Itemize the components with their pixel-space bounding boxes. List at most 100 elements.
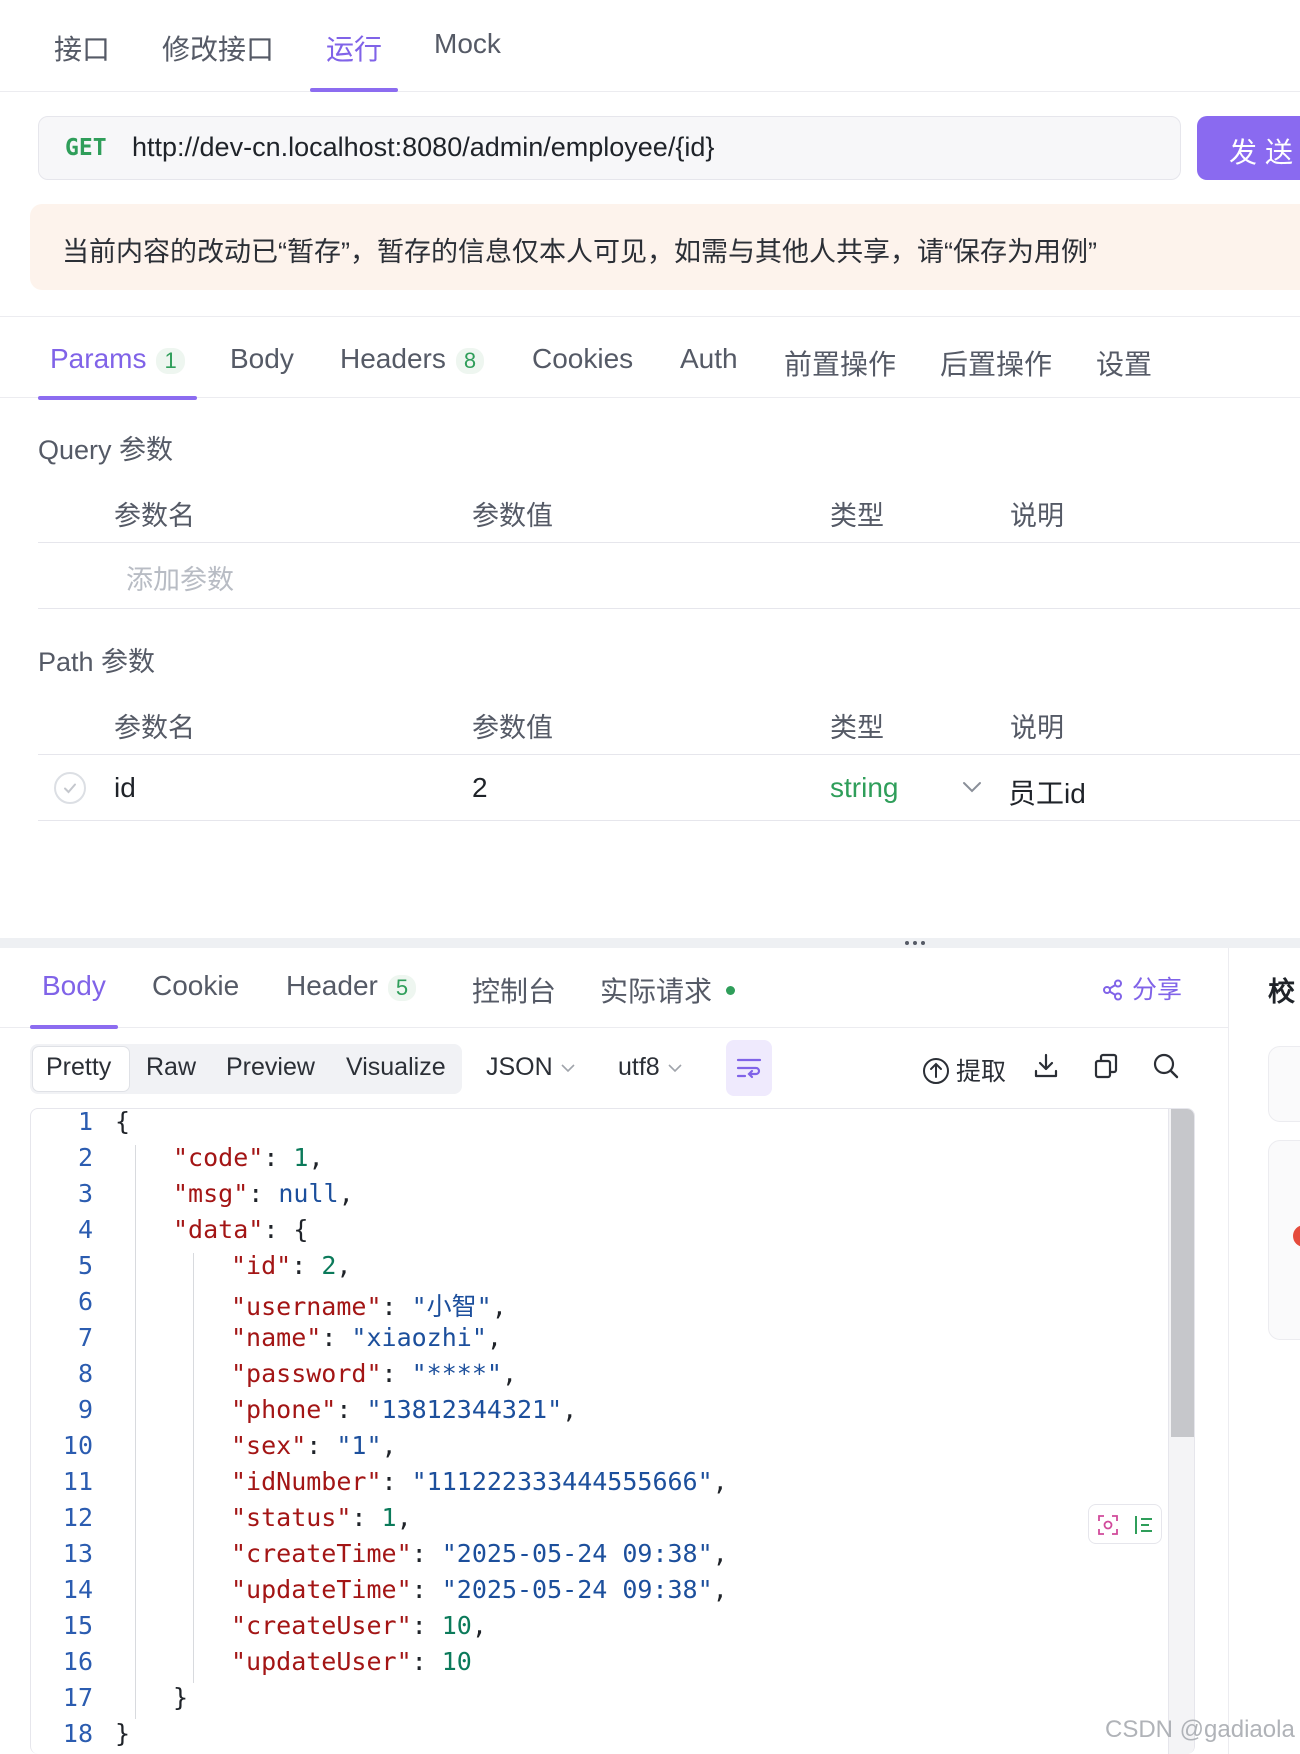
json-value: 10 <box>441 1611 472 1640</box>
json-key: "code" <box>173 1143 264 1172</box>
count-badge: 8 <box>455 348 485 374</box>
code-line: 7 "name": "xiaozhi", <box>31 1323 1171 1359</box>
tab-cookies[interactable]: Cookies <box>532 343 633 399</box>
http-method[interactable]: GET <box>65 135 107 161</box>
code-line: 1{ <box>31 1108 1171 1143</box>
code-text: { <box>115 1108 131 1136</box>
tab-actual-request[interactable]: 实际请求 <box>600 970 736 1028</box>
check-icon <box>64 783 76 794</box>
extract-button[interactable]: 提取 <box>922 1052 1006 1088</box>
param-type-select[interactable]: string <box>830 772 898 804</box>
tab-body[interactable]: Body <box>230 343 294 399</box>
active-tab-indicator <box>30 1025 118 1029</box>
code-line: 13 "createTime": "2025-05-24 09:38", <box>31 1539 1171 1575</box>
tab-response-body[interactable]: Body <box>30 970 118 1029</box>
code-text: "name": "xiaozhi", <box>231 1323 502 1352</box>
view-preview[interactable]: Preview <box>226 1053 315 1082</box>
url-field[interactable]: http://dev-cn.localhost:8080/admin/emplo… <box>132 132 714 163</box>
chevron-down-icon[interactable] <box>962 780 982 794</box>
response-tab-bar: Body Cookie Header 5 控制台 实际请求 <box>0 948 1228 1029</box>
json-key: "createTime" <box>231 1539 412 1568</box>
tab-label: Headers <box>340 343 446 374</box>
query-params-title: Query 参数 <box>38 435 174 465</box>
tab-edit-interface[interactable]: 修改接口 <box>162 28 274 92</box>
json-key: "name" <box>231 1323 322 1352</box>
download-icon[interactable] <box>1032 1052 1060 1080</box>
url-input-bar[interactable]: GET http://dev-cn.localhost:8080/admin/e… <box>38 116 1181 180</box>
param-value-cell[interactable]: 2 <box>472 772 488 804</box>
add-param-input[interactable]: 添加参数 <box>126 558 234 597</box>
code-line: 12 "status": 1, <box>31 1503 1171 1539</box>
code-line: 9 "phone": "13812344321", <box>31 1395 1171 1431</box>
line-number: 11 <box>62 1467 93 1496</box>
param-description-cell[interactable]: 员工id <box>1008 772 1086 812</box>
tab-run[interactable]: 运行 <box>310 28 399 92</box>
line-number: 5 <box>77 1251 93 1280</box>
tab-mock[interactable]: Mock <box>434 28 501 92</box>
json-value: "1" <box>336 1431 382 1460</box>
view-visualize[interactable]: Visualize <box>346 1053 446 1082</box>
code-line: 3 "msg": null, <box>31 1179 1171 1215</box>
focus-icon[interactable] <box>1097 1514 1119 1536</box>
param-name-cell[interactable]: id <box>114 772 136 804</box>
json-value: "小智" <box>411 1292 492 1321</box>
send-button[interactable]: 发送 <box>1197 116 1300 180</box>
code-text: "username": "小智", <box>231 1292 507 1321</box>
drag-handle-icon[interactable] <box>905 938 929 948</box>
tab-pre-actions[interactable]: 前置操作 <box>784 343 896 399</box>
view-pretty[interactable]: Pretty <box>46 1053 111 1082</box>
request-tab-bar: Params 1 Body Headers 8 Cookies Auth 前置操作 … <box>0 316 1300 400</box>
code-line: 16 "updateUser": 10 <box>31 1647 1171 1683</box>
tab-console[interactable]: 控制台 <box>472 970 556 1028</box>
tab-label: Params <box>50 343 147 374</box>
divider <box>38 608 1300 609</box>
view-raw[interactable]: Raw <box>146 1053 196 1082</box>
count-badge: 1 <box>156 348 185 374</box>
encoding-dropdown[interactable]: utf8 <box>618 1053 682 1082</box>
json-value: { <box>293 1215 309 1244</box>
view-mode-switch: Pretty Raw Preview Visualize <box>30 1044 462 1094</box>
code-text: "sex": "1", <box>231 1431 397 1460</box>
line-number: 18 <box>62 1719 93 1748</box>
line-number: 4 <box>77 1215 93 1244</box>
extract-icon <box>923 1058 949 1084</box>
pane-splitter[interactable] <box>0 938 1300 948</box>
format-dropdown[interactable]: JSON <box>486 1053 575 1082</box>
tab-params[interactable]: Params 1 <box>38 343 197 400</box>
error-icon <box>1293 1225 1300 1247</box>
enable-checkbox[interactable] <box>54 772 86 804</box>
json-value: "****" <box>411 1359 502 1388</box>
tab-post-actions[interactable]: 后置操作 <box>940 343 1052 399</box>
tab-auth[interactable]: Auth <box>680 343 738 399</box>
copy-icon[interactable] <box>1092 1052 1120 1080</box>
tab-response-header[interactable]: Header 5 <box>286 970 417 1028</box>
tab-interface[interactable]: 接口 <box>54 28 110 92</box>
line-number: 13 <box>62 1539 93 1568</box>
scrollbar-thumb[interactable] <box>1171 1109 1194 1437</box>
tab-label: 实际请求 <box>600 976 713 1007</box>
code-line: 14 "updateTime": "2025-05-24 09:38", <box>31 1575 1171 1611</box>
code-text: } <box>173 1683 189 1712</box>
chevron-down-icon <box>668 1064 682 1073</box>
word-wrap-toggle[interactable] <box>726 1040 772 1096</box>
share-button[interactable]: 分享 <box>1102 970 1182 1006</box>
json-key: "data" <box>173 1215 264 1244</box>
code-line: 8 "password": "****", <box>31 1359 1171 1395</box>
top-tab-bar: 接口 修改接口 运行 Mock <box>0 0 1300 92</box>
json-value: 1 <box>293 1143 309 1172</box>
code-text: "updateTime": "2025-05-24 09:38", <box>231 1575 728 1604</box>
line-number: 1 <box>77 1108 93 1136</box>
align-icon[interactable] <box>1133 1514 1155 1536</box>
tab-settings[interactable]: 设置 <box>1096 343 1152 399</box>
code-text: "phone": "13812344321", <box>231 1395 578 1424</box>
line-number: 12 <box>62 1503 93 1532</box>
search-icon[interactable] <box>1152 1052 1180 1080</box>
tab-headers[interactable]: Headers 8 <box>340 343 485 399</box>
tab-response-cookie[interactable]: Cookie <box>152 970 239 1028</box>
column-description: 说明 <box>1010 713 1064 743</box>
tab-label: 控制台 <box>472 976 557 1007</box>
tab-label: Header <box>286 970 378 1001</box>
response-code-editor[interactable]: 1{2 "code": 1, 3 "msg": null, 4 "data": {5 "id… <box>30 1108 1195 1754</box>
active-tab-indicator <box>310 88 399 92</box>
code-text: } <box>115 1719 131 1748</box>
